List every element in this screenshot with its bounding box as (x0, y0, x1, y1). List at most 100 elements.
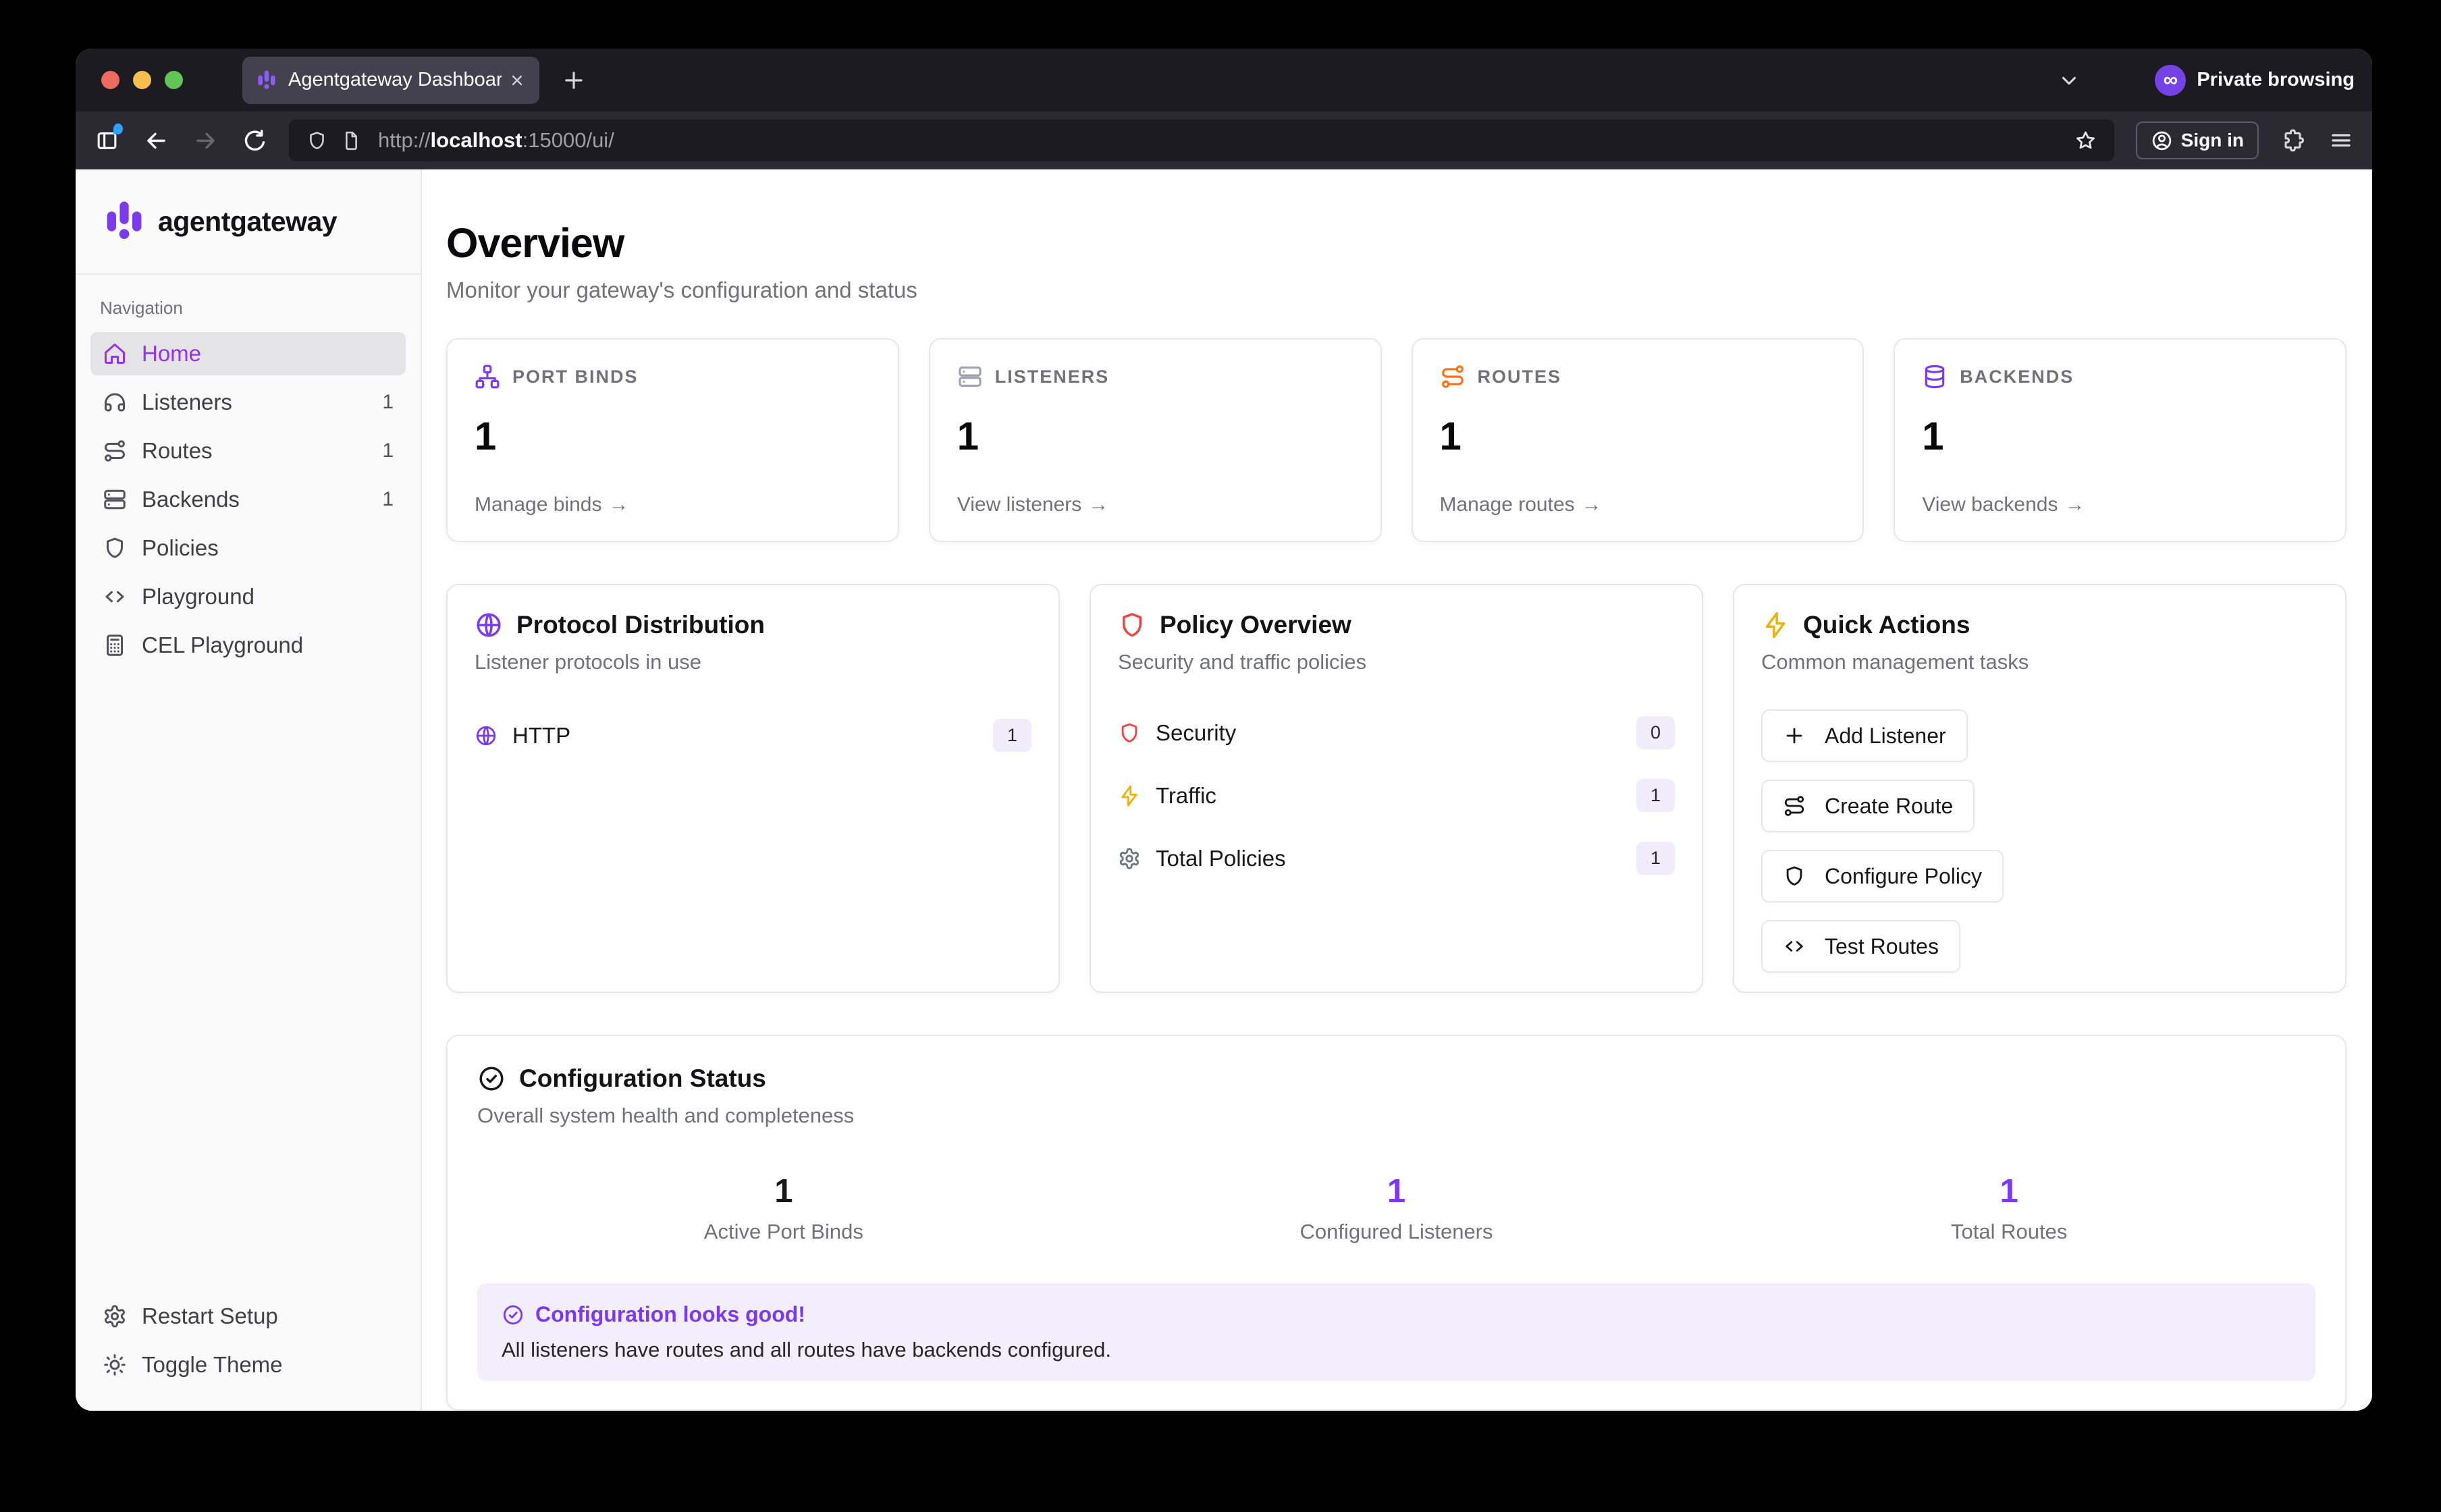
security-count-badge: 0 (1636, 716, 1675, 749)
sidebar-item-playground[interactable]: Playground (90, 575, 406, 618)
headphones-icon (103, 390, 127, 414)
menu-hamburger-icon[interactable] (2329, 128, 2353, 153)
private-browsing-mask-icon: ∞ (2155, 65, 2186, 96)
route-icon (1440, 364, 1466, 389)
manage-routes-link[interactable]: Manage routes→ (1440, 493, 1836, 516)
total-routes-stat: 1 Total Routes (1702, 1172, 2315, 1244)
sign-in-button[interactable]: Sign in (2136, 122, 2259, 159)
config-stats: 1 Active Port Binds 1 Configured Listene… (477, 1172, 2315, 1244)
restart-setup-button[interactable]: Restart Setup (90, 1295, 406, 1338)
configuration-status-card: Configuration Status Overall system heal… (446, 1035, 2346, 1411)
window-controls (101, 71, 183, 89)
sidebar-item-routes[interactable]: Routes 1 (90, 429, 406, 473)
manage-binds-link[interactable]: Manage binds→ (475, 493, 871, 516)
url-text: http://localhost:15000/ui/ (378, 128, 614, 153)
shield-permissions-icon[interactable] (306, 130, 327, 151)
plus-icon (1783, 724, 1806, 747)
stat-card-listeners: LISTENERS 1 View listeners→ (929, 338, 1382, 542)
protocol-distribution-card: Protocol Distribution Listener protocols… (446, 584, 1060, 993)
zap-icon (1118, 784, 1141, 807)
forward-button[interactable] (193, 128, 218, 153)
configure-policy-button[interactable]: Configure Policy (1761, 850, 2004, 902)
browser-window: Agentgateway Dashboard ∞ Private browsin… (76, 49, 2372, 1411)
shield-icon (1783, 865, 1806, 888)
port-binds-value: 1 (475, 414, 871, 459)
shield-icon (1118, 722, 1141, 745)
agentgateway-logo-icon (103, 200, 146, 243)
circle-check-icon (477, 1064, 506, 1093)
minimize-window-button[interactable] (133, 71, 151, 89)
code-icon (103, 585, 127, 609)
config-ok-banner: Configuration looks good! All listeners … (477, 1283, 2315, 1381)
browser-tab[interactable]: Agentgateway Dashboard (242, 57, 539, 104)
zoom-window-button[interactable] (165, 71, 183, 89)
sidebar-item-home[interactable]: Home (90, 332, 406, 375)
extensions-puzzle-icon[interactable] (2282, 128, 2306, 153)
sidebar-item-backends[interactable]: Backends 1 (90, 478, 406, 521)
globe-icon (475, 611, 503, 639)
listeners-count: 1 (382, 391, 394, 414)
url-bar[interactable]: http://localhost:15000/ui/ (289, 119, 2114, 161)
routes-count: 1 (382, 439, 394, 462)
stat-card-backends: BACKENDS 1 View backends→ (1894, 338, 2346, 542)
stat-card-routes: ROUTES 1 Manage routes→ (1412, 338, 1865, 542)
circle-check-icon (502, 1303, 525, 1326)
tab-favicon-icon (256, 70, 277, 91)
quick-actions-card: Quick Actions Common management tasks Ad… (1733, 584, 2346, 993)
bookmark-star-icon[interactable] (2074, 130, 2097, 152)
sidebar-toggle-icon[interactable] (95, 128, 119, 153)
globe-icon (475, 724, 498, 747)
private-browsing-label: Private browsing (2197, 69, 2355, 91)
total-policies-count-badge: 1 (1636, 842, 1675, 875)
sun-icon (103, 1353, 127, 1377)
arrow-right-icon: → (1582, 493, 1602, 516)
main-content: Overview Monitor your gateway's configur… (422, 169, 2372, 1411)
shield-icon (1118, 611, 1146, 639)
list-tabs-chevron-icon[interactable] (2058, 69, 2081, 92)
routes-value: 1 (1440, 414, 1836, 459)
gear-icon (1118, 847, 1141, 870)
zap-icon (1761, 611, 1790, 639)
view-listeners-link[interactable]: View listeners→ (957, 493, 1353, 516)
sidebar-footer: Restart Setup Toggle Theme (76, 1295, 421, 1411)
sidebar-brand[interactable]: agentgateway (76, 169, 421, 275)
account-icon (2151, 130, 2173, 152)
create-route-button[interactable]: Create Route (1761, 780, 1975, 832)
sidebar-item-cel-playground[interactable]: CEL Playground (90, 624, 406, 667)
test-routes-button[interactable]: Test Routes (1761, 920, 1960, 973)
sidebar-item-listeners[interactable]: Listeners 1 (90, 381, 406, 424)
close-window-button[interactable] (101, 71, 119, 89)
listeners-value: 1 (957, 414, 1353, 459)
arrow-right-icon: → (608, 493, 628, 516)
route-icon (103, 439, 127, 463)
policy-row-security: Security 0 (1118, 716, 1675, 749)
http-count-badge: 1 (993, 719, 1031, 752)
backends-value: 1 (1922, 414, 2318, 459)
view-backends-link[interactable]: View backends→ (1922, 493, 2318, 516)
panels-row: Protocol Distribution Listener protocols… (446, 584, 2346, 993)
protocol-row-http: HTTP 1 (475, 719, 1031, 752)
page-subtitle: Monitor your gateway's configuration and… (446, 277, 2346, 303)
sidebar-nav: Navigation Home Listeners 1 Routes 1 (76, 275, 421, 1295)
backends-count: 1 (382, 488, 394, 511)
shield-icon (103, 536, 127, 560)
back-button[interactable] (144, 128, 169, 153)
new-tab-button[interactable] (561, 68, 587, 93)
page-title: Overview (446, 219, 2346, 267)
tab-close-icon[interactable] (508, 72, 526, 89)
server-icon (103, 487, 127, 512)
policy-row-total: Total Policies 1 (1118, 842, 1675, 875)
reload-button[interactable] (242, 128, 267, 153)
sidebar-item-policies[interactable]: Policies (90, 526, 406, 570)
policy-row-traffic: Traffic 1 (1118, 779, 1675, 812)
browser-toolbar: http://localhost:15000/ui/ Sign in (76, 111, 2372, 169)
arrow-right-icon: → (1088, 493, 1108, 516)
page-info-icon[interactable] (341, 130, 362, 151)
database-icon (1922, 364, 1948, 389)
code-icon (1783, 935, 1806, 958)
home-icon (103, 342, 127, 366)
notification-dot (113, 124, 123, 134)
add-listener-button[interactable]: Add Listener (1761, 709, 1968, 762)
traffic-count-badge: 1 (1636, 779, 1675, 812)
toggle-theme-button[interactable]: Toggle Theme (90, 1343, 406, 1386)
